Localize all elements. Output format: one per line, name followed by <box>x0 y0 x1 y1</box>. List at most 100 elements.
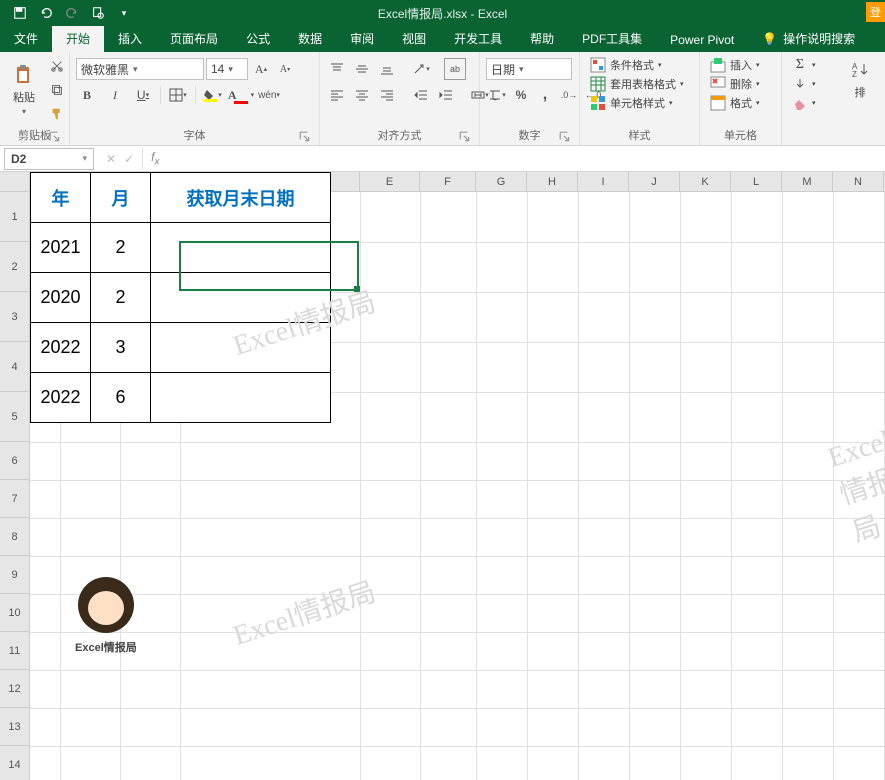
launcher-icon[interactable] <box>459 131 471 143</box>
align-middle-icon[interactable] <box>351 58 373 80</box>
cell[interactable] <box>180 480 360 518</box>
col-header-J[interactable]: J <box>629 172 680 191</box>
row-header-14[interactable]: 14 <box>0 746 30 780</box>
cell[interactable] <box>360 670 420 708</box>
cell[interactable] <box>782 670 833 708</box>
cell[interactable] <box>629 480 680 518</box>
increase-font-icon[interactable]: A▴ <box>250 58 272 80</box>
autosum-button[interactable]: Σ▾ <box>788 56 820 74</box>
conditional-format-button[interactable]: 条件格式▾ <box>586 56 666 74</box>
font-size-combo[interactable]: 14▾ <box>206 58 248 80</box>
cell[interactable] <box>680 292 731 342</box>
row-header-2[interactable]: 2 <box>0 242 30 292</box>
cell[interactable] <box>833 192 884 242</box>
data-cell-result[interactable] <box>151 323 331 373</box>
cell[interactable] <box>527 192 578 242</box>
cell[interactable] <box>360 708 420 746</box>
cell[interactable] <box>60 518 120 556</box>
cell[interactable] <box>578 632 629 670</box>
fill-color-icon[interactable]: ▾ <box>202 84 224 106</box>
format-cells-button[interactable]: 格式▾ <box>706 94 764 112</box>
cell[interactable] <box>629 192 680 242</box>
cell[interactable] <box>420 292 476 342</box>
tab-开始[interactable]: 开始 <box>52 25 104 52</box>
cell[interactable] <box>782 632 833 670</box>
col-header-M[interactable]: M <box>782 172 833 191</box>
cell[interactable] <box>420 632 476 670</box>
cell[interactable] <box>30 594 60 632</box>
format-painter-icon[interactable] <box>46 103 68 125</box>
cell[interactable] <box>629 708 680 746</box>
orientation-icon[interactable]: ▾ <box>410 58 432 80</box>
cell[interactable] <box>420 746 476 780</box>
data-cell-result[interactable] <box>151 223 331 273</box>
cell[interactable] <box>476 442 527 480</box>
cell[interactable] <box>30 442 60 480</box>
cell[interactable] <box>629 670 680 708</box>
cell[interactable] <box>120 518 180 556</box>
cell[interactable] <box>629 556 680 594</box>
cell[interactable] <box>476 292 527 342</box>
cell[interactable] <box>578 708 629 746</box>
col-header-G[interactable]: G <box>476 172 527 191</box>
cell[interactable] <box>833 342 884 392</box>
row-header-6[interactable]: 6 <box>0 442 30 480</box>
cell[interactable] <box>629 746 680 780</box>
cell[interactable] <box>60 746 120 780</box>
cell[interactable] <box>476 746 527 780</box>
cell[interactable] <box>120 480 180 518</box>
redo-icon[interactable] <box>60 2 84 24</box>
cell[interactable] <box>60 480 120 518</box>
cell[interactable] <box>629 392 680 442</box>
cell[interactable] <box>476 670 527 708</box>
cell[interactable] <box>731 292 782 342</box>
percent-icon[interactable]: % <box>510 84 532 106</box>
cell[interactable] <box>120 746 180 780</box>
cell[interactable] <box>680 708 731 746</box>
cell[interactable] <box>180 556 360 594</box>
cell[interactable] <box>476 242 527 292</box>
cut-icon[interactable] <box>46 55 68 77</box>
save-icon[interactable] <box>8 2 32 24</box>
cell[interactable] <box>30 556 60 594</box>
tab-开发工具[interactable]: 开发工具 <box>440 25 516 52</box>
cell[interactable] <box>731 192 782 242</box>
cell[interactable] <box>782 442 833 480</box>
cell[interactable] <box>360 480 420 518</box>
increase-indent-icon[interactable] <box>435 84 457 106</box>
cell[interactable] <box>360 632 420 670</box>
cell[interactable] <box>360 746 420 780</box>
cell[interactable] <box>680 392 731 442</box>
underline-button[interactable]: U▾ <box>132 84 154 106</box>
cell[interactable] <box>30 746 60 780</box>
font-color-icon[interactable]: A▾ <box>230 84 252 106</box>
cell[interactable] <box>731 556 782 594</box>
row-header-11[interactable]: 11 <box>0 632 30 670</box>
cell[interactable] <box>120 708 180 746</box>
row-header-4[interactable]: 4 <box>0 342 30 392</box>
cell[interactable] <box>731 442 782 480</box>
cell[interactable] <box>680 594 731 632</box>
col-header-H[interactable]: H <box>527 172 578 191</box>
cell[interactable] <box>782 518 833 556</box>
cell[interactable] <box>527 342 578 392</box>
cell[interactable] <box>420 480 476 518</box>
cell[interactable] <box>731 632 782 670</box>
row-header-8[interactable]: 8 <box>0 518 30 556</box>
cell[interactable] <box>833 594 884 632</box>
tell-me-search[interactable]: 💡操作说明搜索 <box>748 25 869 52</box>
col-header-K[interactable]: K <box>680 172 731 191</box>
cell[interactable] <box>420 442 476 480</box>
cell[interactable] <box>782 292 833 342</box>
data-cell-year[interactable]: 2022 <box>31 323 91 373</box>
cell[interactable] <box>578 594 629 632</box>
cell[interactable] <box>476 708 527 746</box>
cell[interactable] <box>629 242 680 292</box>
cell[interactable] <box>833 670 884 708</box>
cell[interactable] <box>30 708 60 746</box>
cell[interactable] <box>833 242 884 292</box>
cell[interactable] <box>578 556 629 594</box>
row-header-1[interactable]: 1 <box>0 192 30 242</box>
cell[interactable] <box>629 632 680 670</box>
cell[interactable] <box>833 632 884 670</box>
